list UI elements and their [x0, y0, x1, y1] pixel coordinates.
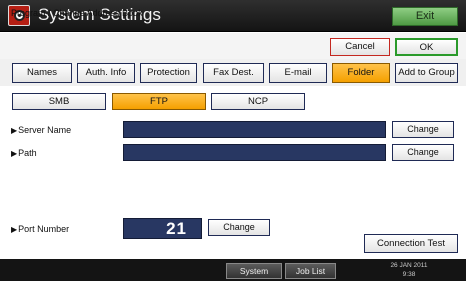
tab-folder[interactable]: Folder: [332, 63, 390, 83]
breadcrumb: Program / Change Address Book: [11, 8, 143, 18]
tab-email[interactable]: E-mail: [269, 63, 327, 83]
protocol-ncp-button[interactable]: NCP: [211, 93, 305, 110]
job-list-button[interactable]: Job List: [285, 263, 336, 279]
protocol-smb-button[interactable]: SMB: [12, 93, 106, 110]
server-name-change-button[interactable]: Change: [392, 121, 454, 138]
server-name-field[interactable]: [123, 121, 386, 138]
server-name-label: ▶Server Name: [11, 125, 72, 135]
time-text: 9:38: [402, 271, 416, 278]
path-field[interactable]: [123, 144, 386, 161]
cancel-button[interactable]: Cancel: [330, 38, 390, 56]
date-text: 26 JAN 2011: [390, 262, 428, 269]
port-number-value: 21: [123, 218, 202, 239]
connection-test-button[interactable]: Connection Test: [364, 234, 458, 253]
arrow-right-icon: ▶: [11, 225, 18, 234]
exit-button[interactable]: Exit: [392, 7, 458, 26]
arrow-right-icon: ▶: [11, 149, 18, 158]
tab-names[interactable]: Names: [12, 63, 72, 83]
path-label: ▶Path: [11, 148, 37, 158]
ok-button[interactable]: OK: [395, 38, 458, 56]
system-status-button[interactable]: System Status: [226, 263, 282, 281]
date-time-display: 26 JAN 2011 9:38: [378, 261, 440, 279]
port-number-change-button[interactable]: Change: [208, 219, 270, 236]
path-change-button[interactable]: Change: [392, 144, 454, 161]
protocol-ftp-button[interactable]: FTP: [112, 93, 206, 110]
tab-auth-info[interactable]: Auth. Info: [77, 63, 135, 83]
arrow-right-icon: ▶: [11, 126, 18, 135]
tab-add-to-group[interactable]: Add to Group: [395, 63, 458, 83]
tab-fax-dest[interactable]: Fax Dest.: [203, 63, 264, 83]
port-number-label: ▶Port Number: [11, 224, 70, 234]
tab-protection[interactable]: Protection: [140, 63, 197, 83]
